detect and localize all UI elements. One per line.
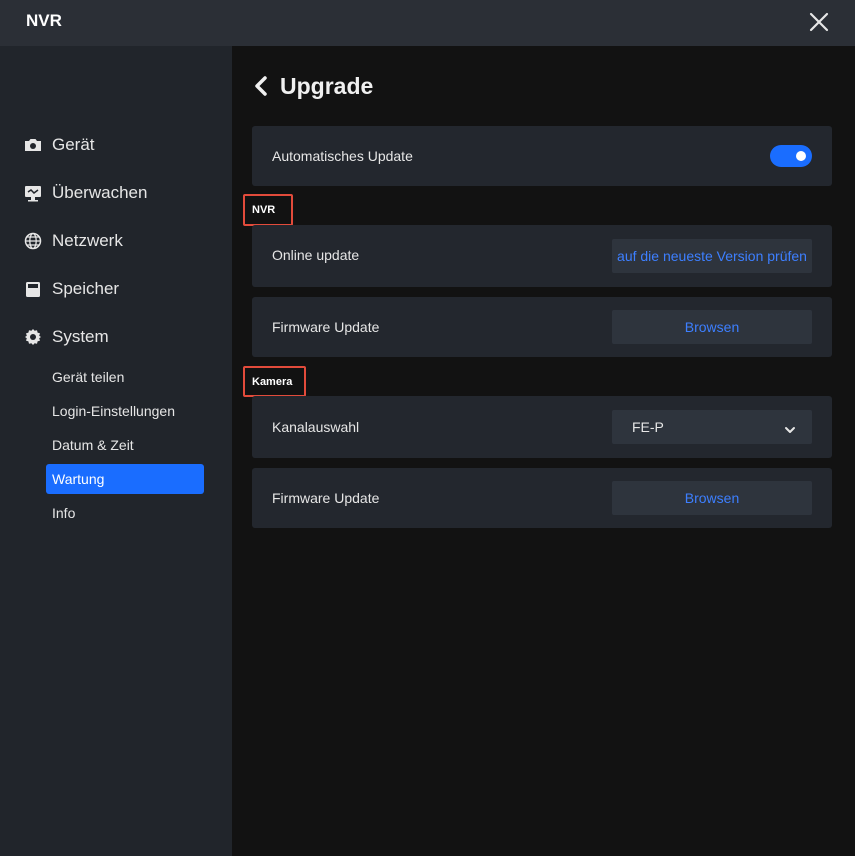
sidebar-subitem-label: Wartung bbox=[52, 471, 105, 487]
sidebar-item-system[interactable]: System bbox=[24, 322, 109, 352]
sidebar-item-label: Netzwerk bbox=[52, 231, 123, 250]
channel-select-card: Kanalauswahl FE-P bbox=[252, 396, 832, 458]
nvr-firmware-update-label: Firmware Update bbox=[272, 319, 380, 335]
sidebar-item-label: Speicher bbox=[52, 279, 120, 298]
gear-icon bbox=[24, 328, 42, 346]
back-chevron-icon[interactable] bbox=[252, 75, 270, 97]
auto-update-card: Automatisches Update bbox=[252, 126, 832, 186]
sidebar-item-geraet[interactable]: Gerät bbox=[24, 130, 95, 160]
camera-firmware-update-card: Firmware Update Browsen bbox=[252, 468, 832, 528]
sidebar-item-label: Gerät bbox=[52, 135, 95, 154]
online-update-card: Online update auf die neueste Version pr… bbox=[252, 225, 832, 287]
sidebar-subitem-label: Info bbox=[52, 505, 76, 521]
nvr-firmware-update-card: Firmware Update Browsen bbox=[252, 297, 832, 357]
globe-icon bbox=[24, 232, 42, 250]
auto-update-toggle[interactable] bbox=[770, 145, 812, 167]
channel-select-dropdown[interactable]: FE-P bbox=[612, 410, 812, 444]
sidebar-subitem-geraet-teilen[interactable]: Gerät teilen bbox=[46, 362, 204, 392]
nvr-browse-button[interactable]: Browsen bbox=[612, 310, 812, 344]
title-bar: NVR bbox=[0, 0, 855, 46]
nvr-section-label: NVR bbox=[243, 194, 293, 226]
sidebar-item-netzwerk[interactable]: Netzwerk bbox=[24, 226, 123, 256]
sidebar-subitem-login-einstellungen[interactable]: Login-Einstellungen bbox=[46, 396, 204, 426]
camera-section-label: Kamera bbox=[243, 366, 306, 397]
sidebar-subitem-label: Gerät teilen bbox=[52, 369, 125, 385]
sidebar-subitem-datum-zeit[interactable]: Datum & Zeit bbox=[46, 430, 204, 460]
camera-browse-button[interactable]: Browsen bbox=[612, 481, 812, 515]
page-header: Upgrade bbox=[252, 70, 373, 102]
sidebar-subitem-label: Login-Einstellungen bbox=[52, 403, 175, 419]
sidebar-item-label: System bbox=[52, 327, 109, 346]
sidebar-subitem-wartung[interactable]: Wartung bbox=[46, 464, 204, 494]
chevron-down-icon bbox=[784, 422, 796, 433]
monitor-icon bbox=[24, 184, 42, 202]
channel-select-label: Kanalauswahl bbox=[272, 419, 360, 435]
storage-icon bbox=[24, 280, 42, 298]
online-update-label: Online update bbox=[272, 247, 360, 263]
sidebar-item-ueberwachen[interactable]: Überwachen bbox=[24, 178, 147, 208]
sidebar-subitem-label: Datum & Zeit bbox=[52, 437, 134, 453]
toggle-knob bbox=[796, 151, 806, 161]
auto-update-label: Automatisches Update bbox=[272, 148, 413, 164]
camera-icon bbox=[24, 136, 42, 154]
page-title: Upgrade bbox=[280, 72, 374, 99]
channel-select-value: FE-P bbox=[632, 419, 664, 435]
close-icon[interactable] bbox=[809, 12, 829, 32]
sidebar: Gerät Überwachen Netzwerk Speicher Syste… bbox=[0, 46, 232, 856]
app-title: NVR bbox=[26, 11, 62, 30]
check-latest-version-button[interactable]: auf die neueste Version prüfen bbox=[612, 239, 812, 273]
sidebar-item-speicher[interactable]: Speicher bbox=[24, 274, 119, 304]
camera-firmware-update-label: Firmware Update bbox=[272, 490, 380, 506]
main-content: Upgrade Automatisches Update NVR Online … bbox=[232, 46, 855, 856]
sidebar-subitem-info[interactable]: Info bbox=[46, 498, 204, 528]
sidebar-item-label: Überwachen bbox=[52, 183, 148, 202]
